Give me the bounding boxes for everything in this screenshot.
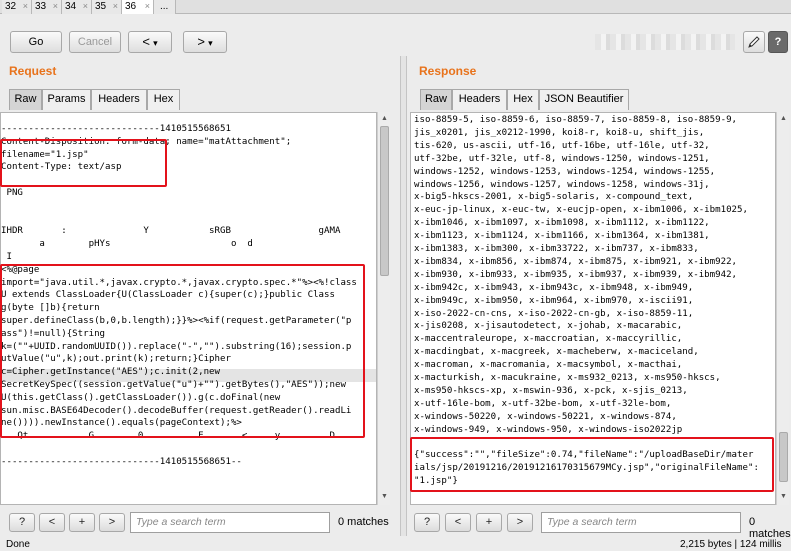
response-line: tis-620, us-ascii, utf-16, utf-16be, utf… [414,140,710,151]
response-line: x-macturkish, x-macukraine, x-ms932_0213… [414,373,721,383]
response-line: x-ibm949c, x-ibm950, x-ibm964, x-ibm970,… [414,295,694,306]
response-line: x-euc-jp-linux, x-euc-tw, x-eucjp-open, … [414,205,748,216]
response-prev-button[interactable]: < [445,513,471,532]
close-tab-icon[interactable]: × [83,0,88,13]
target-host-label [595,34,735,50]
response-scrollbar[interactable]: ▲ ▼ [776,112,789,505]
response-line: windows-1256, windows-1257, windows-1258… [414,179,710,190]
response-line: x-ibm1046, x-ibm1097, x-ibm1098, x-ibm11… [414,218,710,229]
tab-raw[interactable]: Raw [9,89,42,110]
back-button[interactable]: < ▾ [128,31,172,53]
response-line: jis_x0201, jis_x0212-1990, koi8-r, koi8-… [414,127,705,138]
back-menu-icon: ▾ [153,38,158,48]
repeater-tab-strip: 32 × 33 × 34 × 35 × 36 ×... [0,0,791,14]
tab-headers[interactable]: Headers [91,89,147,110]
tab-raw[interactable]: Raw [420,89,452,110]
request-line: I [1,252,12,262]
close-tab-icon[interactable]: × [53,0,58,13]
scroll-up-icon[interactable]: ▲ [779,114,788,123]
scroll-thumb[interactable] [779,432,788,482]
go-button[interactable]: Go [10,31,62,53]
request-line: -----------------------------14105155686… [1,456,242,467]
cancel-button[interactable]: Cancel [69,31,121,53]
repeater-tab[interactable]: 36 × [122,0,154,14]
request-line: a pHYs o d [1,239,253,250]
response-line: x-ibm834, x-ibm856, x-ibm874, x-ibm875, … [414,256,738,267]
tab-label: 36 [125,1,137,12]
response-next-button[interactable]: > [507,513,533,532]
tab-params[interactable]: Params [42,89,91,110]
pencil-icon [748,36,760,48]
more-tabs-button[interactable]: ... [154,0,176,14]
scroll-thumb[interactable] [380,126,389,276]
status-bar: Done 2,215 bytes | 124 millis [0,539,791,551]
help-button[interactable]: ? [768,31,788,53]
upload-result-highlight-box [410,437,774,492]
tab-json-beautifier[interactable]: JSON Beautifier [539,89,629,110]
jsp-payload-highlight-box [0,264,365,438]
response-line: x-macroman, x-macromania, x-macsymbol, x… [414,360,683,371]
status-text: Done [6,539,30,550]
scroll-up-icon[interactable]: ▲ [380,114,389,123]
close-tab-icon[interactable]: × [145,0,150,13]
filename-highlight-box [0,139,167,187]
tab-hex[interactable]: Hex [147,89,180,110]
response-line: windows-1252, windows-1253, windows-1254… [414,166,716,177]
response-line: x-ibm1383, x-ibm300, x-ibm33722, x-ibm73… [414,244,699,254]
back-arrow-icon: < [142,34,150,49]
request-title: Request [9,64,57,78]
tab-label: 35 [95,1,107,12]
response-size-timing: 2,215 bytes | 124 millis [680,539,782,550]
response-help-button[interactable]: ? [414,513,440,532]
scroll-down-icon[interactable]: ▼ [380,492,389,501]
response-line: x-ibm1123, x-ibm1124, x-ibm1166, x-ibm13… [414,231,710,242]
repeater-tab[interactable]: 32 × [2,0,32,14]
edit-target-button[interactable] [743,31,765,53]
repeater-tab[interactable]: 34 × [62,0,92,14]
tab-headers[interactable]: Headers [452,89,507,110]
request-prev-button[interactable]: < [39,513,65,532]
tab-label: 33 [35,1,47,12]
split-pane-divider[interactable] [400,56,407,536]
response-line: x-utf-16le-bom, x-utf-32be-bom, x-utf-32… [414,398,672,409]
request-next-button[interactable]: > [99,513,125,532]
tab-hex[interactable]: Hex [507,89,539,110]
request-line: IHDR : Y sRGB gAMA [1,226,341,237]
close-tab-icon[interactable]: × [113,0,118,13]
request-line: PNG [1,188,23,198]
forward-button[interactable]: > ▾ [183,31,227,53]
response-line: x-ibm942c, x-ibm943, x-ibm943c, x-ibm948… [414,282,694,293]
request-add-button[interactable]: + [69,513,95,532]
response-line: x-jis0208, x-jisautodetect, x-johab, x-m… [414,321,683,332]
request-help-button[interactable]: ? [9,513,35,532]
response-line: x-ibm930, x-ibm933, x-ibm935, x-ibm937, … [414,269,738,280]
response-search-input[interactable]: Type a search term [541,512,741,533]
forward-arrow-icon: > [197,34,205,49]
response-line: iso-8859-5, iso-8859-6, iso-8859-7, iso-… [414,115,738,125]
scroll-down-icon[interactable]: ▼ [779,492,788,501]
burp-repeater-window: 32 × 33 × 34 × 35 × 36 ×... Go Cancel < ▾ > ▾ ? R… [0,0,791,551]
response-line: x-windows-50220, x-windows-50221, x-wind… [414,411,677,422]
response-title: Response [419,64,477,78]
tab-label: 32 [5,1,17,12]
response-line: x-maccentraleurope, x-maccroatian, x-mac… [414,334,683,345]
response-line: x-big5-hkscs-2001, x-big5-solaris, x-com… [414,192,694,203]
tab-label: 34 [65,1,77,12]
request-match-count: 0 matches [338,516,389,528]
response-line: x-windows-949, x-windows-950, x-windows-… [414,424,683,435]
request-scrollbar[interactable]: ▲ ▼ [377,112,390,505]
close-tab-icon[interactable]: × [23,0,28,13]
forward-menu-icon: ▾ [208,38,213,48]
response-add-button[interactable]: + [476,513,502,532]
request-search-input[interactable]: Type a search term [130,512,330,533]
request-line: -----------------------------14105155686… [1,124,231,134]
repeater-tab[interactable]: 35 × [92,0,122,14]
response-match-count: 0 matches [749,516,791,540]
response-line: x-iso-2022-cn-cns, x-iso-2022-cn-gb, x-i… [414,308,694,319]
repeater-tab[interactable]: 33 × [32,0,62,14]
response-line: x-ms950-hkscs-xp, x-mswin-936, x-pck, x-… [414,385,688,396]
tab-label: ... [160,1,169,12]
response-line: x-macdingbat, x-macgreek, x-macheberw, x… [414,347,699,358]
response-line: utf-32be, utf-32le, utf-8, windows-1250,… [414,153,710,164]
